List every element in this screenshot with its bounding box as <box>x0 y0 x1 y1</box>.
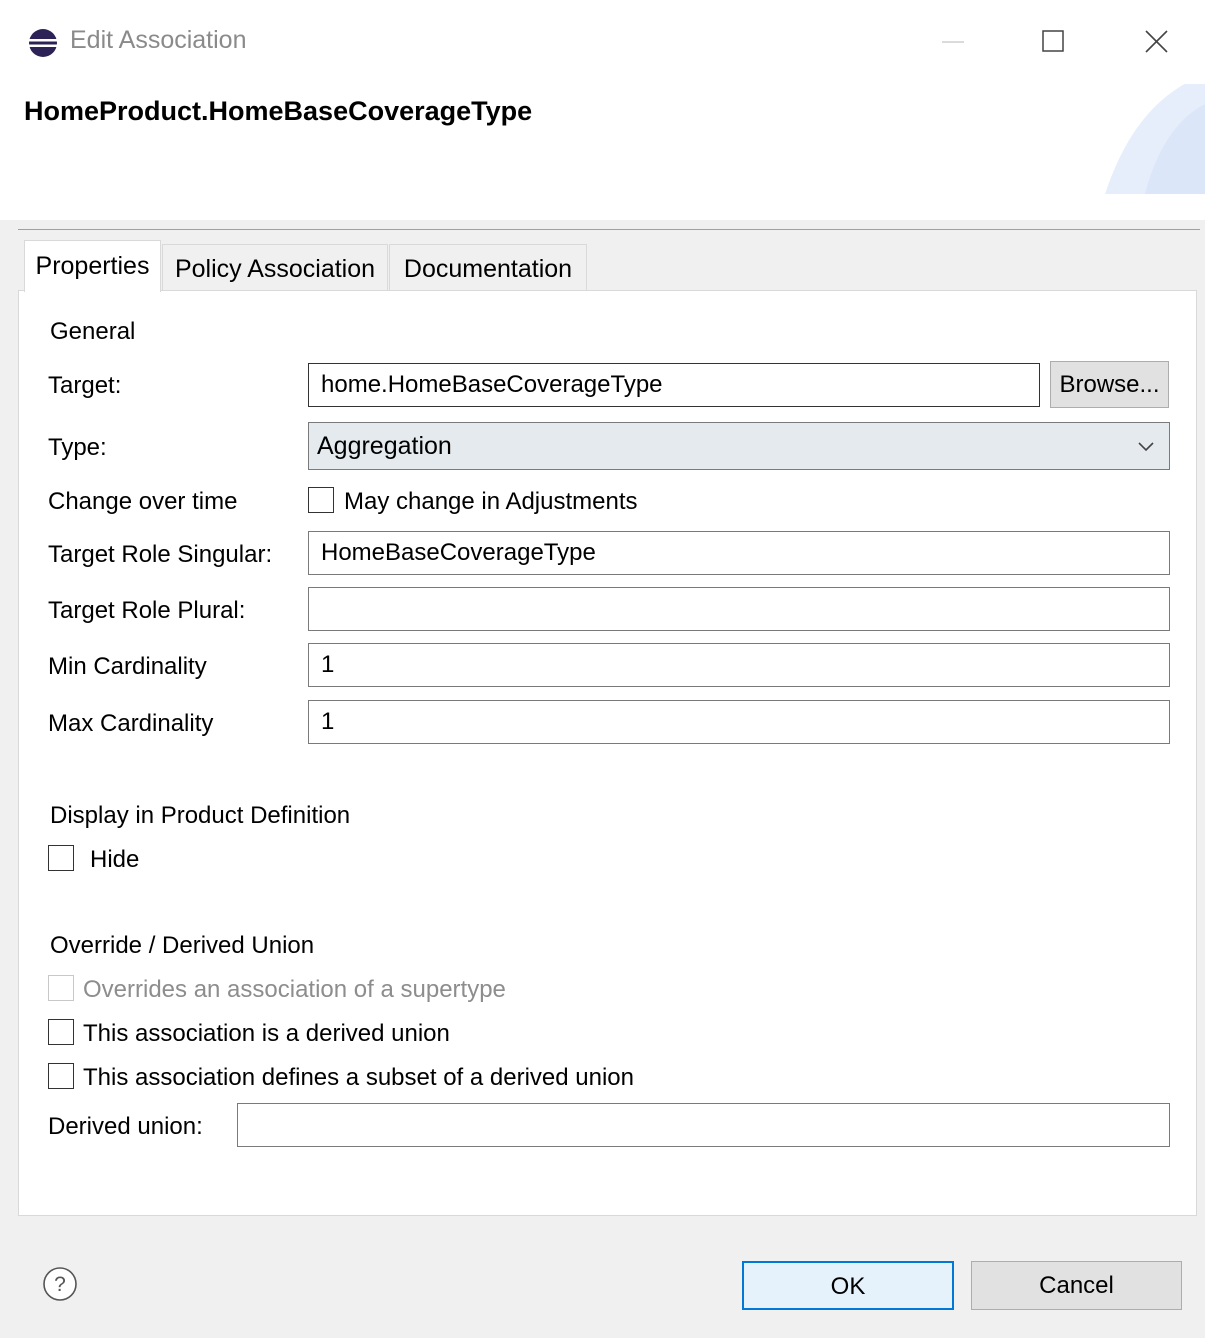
chevron-down-icon <box>1138 442 1154 452</box>
display-section-label: Display in Product Definition <box>50 802 351 829</box>
tab-properties[interactable]: Properties <box>24 240 161 292</box>
svg-text:?: ? <box>54 1273 66 1296</box>
target-role-singular-label: Target Role Singular: <box>48 541 273 568</box>
window-title: Edit Association <box>70 26 247 54</box>
page-title: HomeProduct.HomeBaseCoverageType <box>24 96 533 126</box>
overrides-checkbox-label: Overrides an association of a supertype <box>83 976 506 1003</box>
type-select-value: Aggregation <box>317 432 452 460</box>
target-field[interactable]: home.HomeBaseCoverageType <box>308 363 1040 407</box>
help-icon[interactable]: ? <box>42 1266 78 1302</box>
max-cardinality-field[interactable]: 1 <box>308 700 1170 744</box>
subset-checkbox-label: This association defines a subset of a d… <box>83 1064 635 1091</box>
target-role-singular-field[interactable]: HomeBaseCoverageType <box>308 531 1170 575</box>
may-change-checkbox-label: May change in Adjustments <box>344 488 638 515</box>
cancel-button[interactable]: Cancel <box>971 1261 1182 1310</box>
type-label: Type: <box>48 434 107 461</box>
browse-button[interactable]: Browse... <box>1050 361 1169 408</box>
tab-policy-association[interactable]: Policy Association <box>162 244 388 290</box>
maximize-icon[interactable] <box>1028 20 1078 64</box>
change-over-time-label: Change over time <box>48 488 238 515</box>
may-change-checkbox[interactable] <box>308 487 334 513</box>
close-icon[interactable] <box>1131 20 1181 64</box>
general-section-label: General <box>50 318 136 345</box>
ok-button[interactable]: OK <box>742 1261 954 1310</box>
overrides-checkbox <box>48 975 74 1001</box>
derived-union-field-label: Derived union: <box>48 1113 203 1140</box>
min-cardinality-field[interactable]: 1 <box>308 643 1170 687</box>
edit-association-dialog: Edit Association HomeProduct.HomeBaseCov… <box>0 0 1205 1338</box>
tab-documentation[interactable]: Documentation <box>389 244 587 290</box>
override-section-label: Override / Derived Union <box>50 932 315 959</box>
type-select[interactable]: Aggregation <box>308 422 1170 470</box>
dialog-header: HomeProduct.HomeBaseCoverageType <box>0 84 1205 220</box>
title-bar: Edit Association <box>0 0 1205 84</box>
banner-graphic <box>1105 84 1205 194</box>
header-separator <box>18 229 1200 230</box>
hide-checkbox[interactable] <box>48 845 74 871</box>
derived-union-checkbox[interactable] <box>48 1019 74 1045</box>
derived-union-checkbox-label: This association is a derived union <box>83 1020 450 1047</box>
min-cardinality-label: Min Cardinality <box>48 653 207 680</box>
target-role-plural-field[interactable] <box>308 587 1170 631</box>
target-label: Target: <box>48 372 122 399</box>
max-cardinality-label: Max Cardinality <box>48 710 214 737</box>
subset-checkbox[interactable] <box>48 1063 74 1089</box>
derived-union-field[interactable] <box>237 1103 1170 1147</box>
eclipse-icon <box>28 29 58 57</box>
minimize-icon[interactable] <box>928 20 978 64</box>
target-role-plural-label: Target Role Plural: <box>48 597 246 624</box>
hide-checkbox-label: Hide <box>90 846 140 873</box>
